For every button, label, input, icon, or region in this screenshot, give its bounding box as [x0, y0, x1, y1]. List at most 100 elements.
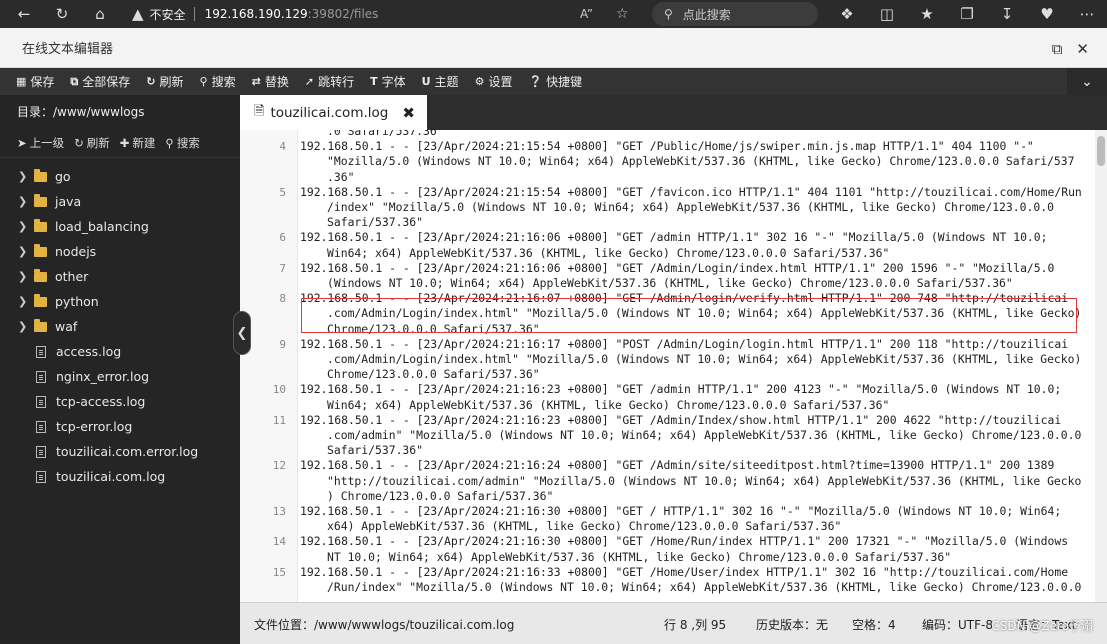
code-line[interactable]: 4 192.168.50.1 - - [23/Apr/2024:21:15:54 …	[240, 139, 1095, 185]
close-icon[interactable]: ✖	[402, 104, 415, 122]
refresh-button[interactable]: ↻ 刷新	[138, 68, 191, 95]
read-aloud-icon[interactable]: A”	[580, 7, 593, 21]
code-line[interactable]: 9 192.168.50.1 - - [23/Apr/2024:21:16:17 …	[240, 337, 1095, 383]
tree-folder[interactable]: ❯ go	[0, 164, 240, 189]
split-screen-icon[interactable]: ◫	[867, 0, 907, 28]
save-icon: ▦	[16, 75, 27, 88]
folder-icon	[34, 193, 47, 207]
line-segment: Win64; x64) AppleWebKit/537.36 (KHTML, l…	[327, 245, 890, 260]
code-line[interactable]: 15 192.168.50.1 - - [23/Apr/2024:21:16:33…	[240, 565, 1095, 595]
encoding[interactable]: 编码：UTF-8	[922, 616, 993, 633]
gear-icon: ⚙	[474, 75, 485, 88]
code-line[interactable]: 10 192.168.50.1 - - [23/Apr/2024:21:16:23…	[240, 382, 1095, 412]
new-button[interactable]: ✚ 新建	[120, 135, 156, 151]
shortcuts-button[interactable]: ❔ 快捷键	[520, 68, 590, 95]
tree-file[interactable]: nginx_error.log	[0, 364, 240, 389]
search-icon: ⚲	[165, 135, 174, 150]
reload-icon[interactable]: ↻	[48, 0, 76, 28]
code-line[interactable]: 12 192.168.50.1 - - [23/Apr/2024:21:16:24…	[240, 458, 1095, 504]
code-line[interactable]: 11 192.168.50.1 - - [23/Apr/2024:21:16:23…	[240, 413, 1095, 459]
folder-icon	[34, 218, 47, 232]
home-icon[interactable]: ⌂	[86, 0, 114, 28]
tree-folder[interactable]: ❯ other	[0, 264, 240, 289]
indent-spaces[interactable]: 空格：4	[852, 616, 896, 633]
settings-button[interactable]: ⚙ 设置	[467, 68, 521, 95]
cursor-position[interactable]: 行 8 ,列 95	[664, 616, 726, 633]
chevron-right-icon: ❯	[18, 170, 28, 183]
chevron-right-icon: ❯	[18, 295, 28, 308]
code-line[interactable]: 7 192.168.50.1 - - [23/Apr/2024:21:16:06 …	[240, 261, 1095, 291]
watermark: CSDN @Zero予溺	[991, 619, 1093, 633]
tree-file[interactable]: access.log	[0, 339, 240, 364]
favorite-star-icon[interactable]: ☆	[616, 6, 629, 22]
line-number	[240, 130, 298, 139]
goto-line-button[interactable]: ➚ 跳转行	[297, 68, 362, 95]
line-segment: "Mozilla/5.0 (Windows NT 10.0; Win64; x6…	[327, 154, 1075, 169]
chevron-left-icon: ❮	[236, 325, 248, 341]
sidebar-search-button[interactable]: ⚲ 搜索	[165, 135, 199, 151]
up-level-button[interactable]: ➤ 上一级	[17, 135, 64, 151]
tree-folder[interactable]: ❯ waf	[0, 314, 240, 339]
save-all-button[interactable]: ⧉ 全部保存	[62, 68, 138, 95]
line-number: 5	[279, 185, 286, 199]
downloads-icon[interactable]: ↧	[987, 0, 1027, 28]
search-button[interactable]: ⚲ 搜索	[192, 68, 244, 95]
favorites-icon[interactable]: ★	[907, 0, 947, 28]
chevron-right-icon: ❯	[18, 220, 28, 233]
code-line[interactable]: 6 192.168.50.1 - - [23/Apr/2024:21:16:06 …	[240, 230, 1095, 260]
scroll-thumb[interactable]	[1097, 136, 1105, 166]
tree-file[interactable]: touzilicai.com.error.log	[0, 439, 240, 464]
replace-button[interactable]: ⇄ 替换	[244, 68, 297, 95]
sidebar-refresh-button[interactable]: ↻ 刷新	[74, 135, 110, 151]
folder-icon	[34, 268, 47, 282]
theme-button[interactable]: U 主题	[414, 68, 467, 95]
tree-file[interactable]: tcp-access.log	[0, 389, 240, 414]
save-button[interactable]: ▦ 保存	[0, 68, 62, 95]
tree-folder[interactable]: ❯ java	[0, 189, 240, 214]
collapse-sidebar-handle[interactable]: ❮	[233, 311, 251, 355]
restore-icon[interactable]: ⧉	[1052, 40, 1063, 58]
tree-folder[interactable]: ❯ load_balancing	[0, 214, 240, 239]
line-text: 192.168.50.1 - - [23/Apr/2024:21:16:24 +…	[298, 458, 1088, 504]
close-icon[interactable]: ✕	[1076, 40, 1089, 58]
line-text: 192.168.50.1 - - [23/Apr/2024:21:16:06 +…	[298, 261, 1088, 291]
editor-panel: 🗎 touzilicai.com.log ✖ .0 Safari/537.36"…	[240, 95, 1107, 644]
line-segment: 192.168.50.1 - - [23/Apr/2024:21:15:54 +…	[300, 139, 1034, 154]
chevron-right-icon: ❯	[18, 245, 28, 258]
tree-folder[interactable]: ❯ python	[0, 289, 240, 314]
code-line[interactable]: 14 192.168.50.1 - - [23/Apr/2024:21:16:30…	[240, 534, 1095, 564]
tree-folder[interactable]: ❯ nodejs	[0, 239, 240, 264]
line-segment: 192.168.50.1 - - [23/Apr/2024:21:16:17 +…	[300, 336, 1069, 351]
more-icon[interactable]: ⋯	[1067, 0, 1107, 28]
line-segment: "http://touzilicai.com/admin" "Mozilla/5…	[327, 473, 1082, 488]
highlight-box	[301, 298, 1077, 333]
chevron-down-icon[interactable]: ⌄	[1067, 68, 1107, 95]
address-bar[interactable]: ▲ 不安全 192.168.190.129:39802/files A” ☆	[132, 2, 638, 26]
file-sidebar: 目录：/www/wwwlogs ➤ 上一级 ↻ 刷新 ✚ 新建 ⚲ 搜索 ❯ go ❯ ja…	[0, 95, 240, 644]
browser-search[interactable]: ⚲ 点此搜索	[652, 2, 818, 26]
extensions-icon[interactable]: ❖	[827, 0, 867, 28]
status-bar: 文件位置：/www/wwwlogs/touzilicai.com.log 行 8…	[240, 602, 1107, 644]
vertical-scrollbar[interactable]	[1095, 130, 1107, 602]
line-segment: .com/Admin/Login/index.html" "Mozilla/5.…	[327, 352, 1082, 366]
code-line[interactable]: 13 192.168.50.1 - - [23/Apr/2024:21:16:30…	[240, 504, 1095, 534]
tree-file[interactable]: touzilicai.com.log	[0, 464, 240, 489]
file-icon	[36, 395, 46, 408]
tab-file[interactable]: 🗎 touzilicai.com.log ✖	[240, 95, 427, 130]
back-icon[interactable]: ←	[10, 0, 38, 28]
history-version[interactable]: 历史版本：无	[756, 616, 828, 633]
line-segment: .36"	[327, 169, 355, 184]
code-line[interactable]: 5 192.168.50.1 - - [23/Apr/2024:21:15:54 …	[240, 185, 1095, 231]
collections-icon[interactable]: ❐	[947, 0, 987, 28]
line-text: 192.168.50.1 - - [23/Apr/2024:21:16:06 +…	[298, 230, 1088, 260]
font-button[interactable]: T 字体	[362, 68, 414, 95]
code-area[interactable]: .0 Safari/537.36" 4 192.168.50.1 - - [23/A…	[240, 130, 1095, 602]
code-line[interactable]: .0 Safari/537.36"	[240, 130, 1095, 139]
tree-file[interactable]: tcp-error.log	[0, 414, 240, 439]
line-segment: Win64; x64) AppleWebKit/537.36 (KHTML, l…	[327, 397, 890, 412]
file-icon: 🗎	[254, 103, 265, 119]
replace-icon: ⇄	[251, 75, 261, 88]
pin-icon: ➚	[304, 75, 315, 88]
url-text[interactable]: 192.168.190.129:39802/files	[205, 7, 379, 21]
performance-icon[interactable]: ♥	[1027, 0, 1067, 28]
